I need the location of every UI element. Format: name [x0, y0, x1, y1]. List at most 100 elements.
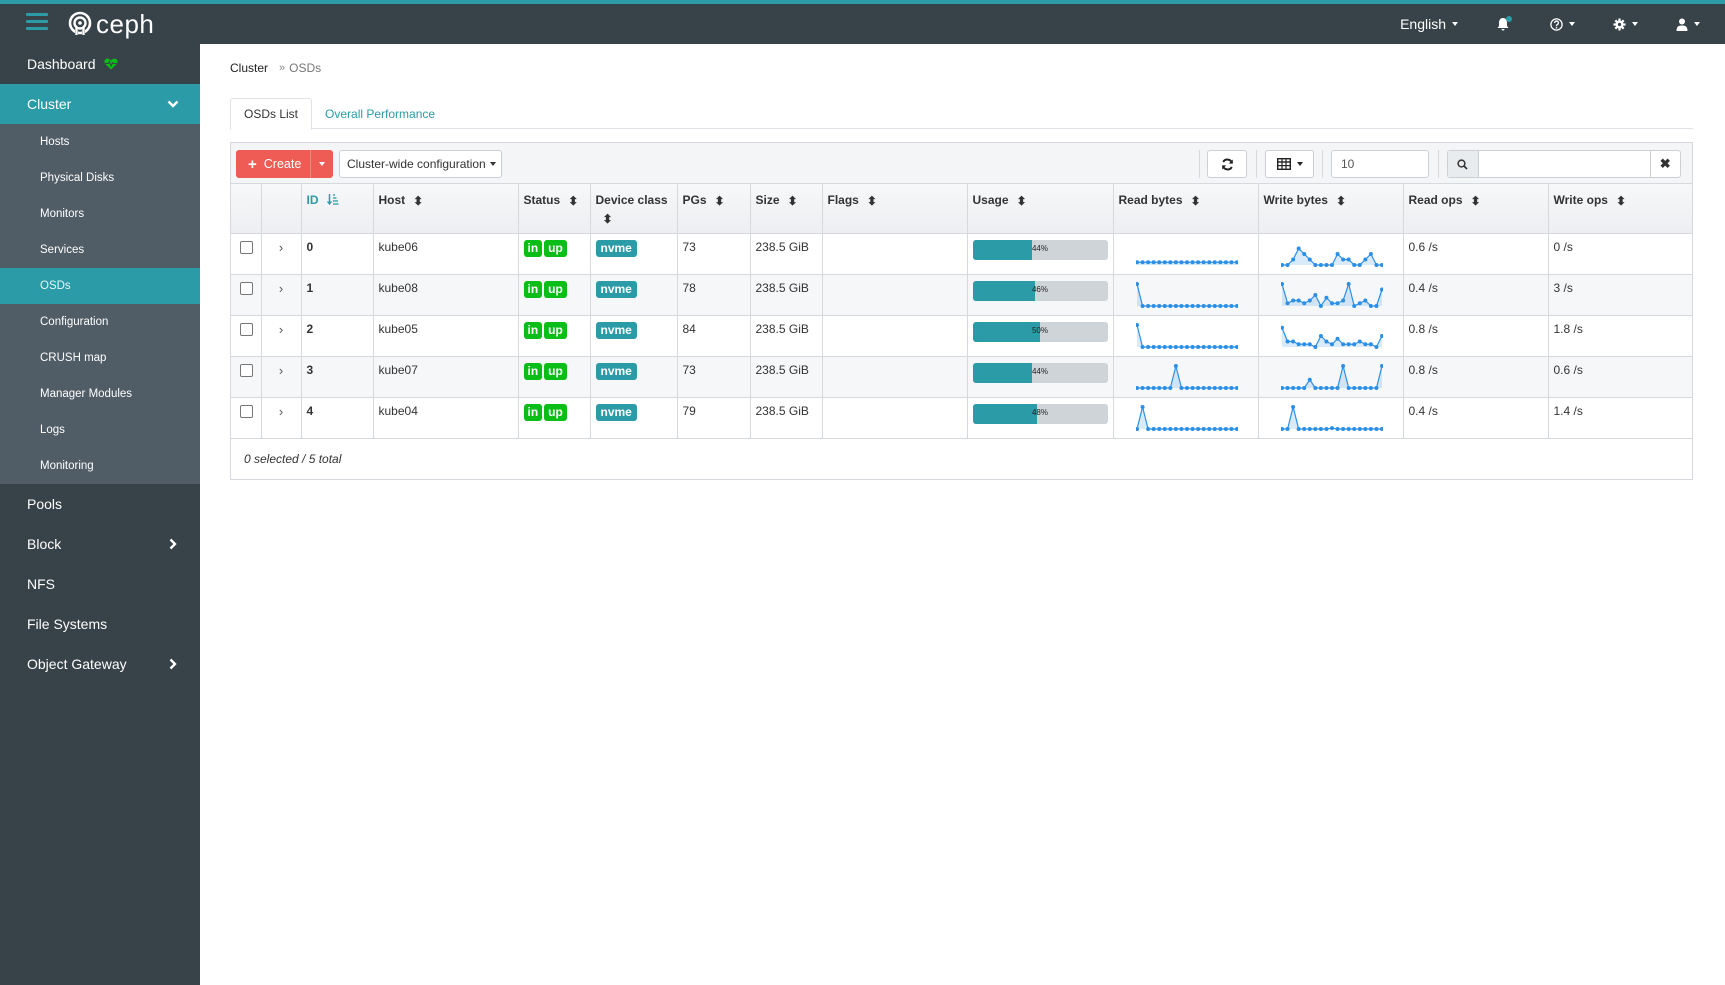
notifications-button[interactable] [1483, 4, 1523, 44]
osd-write-ops: 0.6 /s [1548, 356, 1692, 398]
column-header-pgs[interactable]: PGs ⬍ [677, 184, 751, 234]
sidebar-item-services[interactable]: Services [0, 232, 200, 268]
row-checkbox[interactable] [240, 322, 253, 336]
sparkline-point [1301, 341, 1306, 346]
column-header-host[interactable]: Host ⬍ [373, 184, 519, 234]
sidebar-item-monitors[interactable]: Monitors [0, 196, 200, 232]
table-row[interactable]: › 2 kube05 in up nvme 84 238.5 GiB 50% 0.… [231, 315, 1692, 357]
sparkline-point [1290, 298, 1295, 302]
sidebar-item-dashboard[interactable]: Dashboard [0, 44, 200, 84]
row-expand-toggle[interactable]: › [261, 397, 302, 439]
row-checkbox[interactable] [240, 404, 253, 418]
osd-pgs: 79 [677, 397, 751, 439]
osd-size: 238.5 GiB [750, 397, 823, 439]
column-header-write-ops[interactable]: Write ops ⬍ [1548, 184, 1692, 234]
tab-osds-list[interactable]: OSDs List [230, 98, 313, 130]
sparkline-point [1234, 385, 1238, 390]
row-expand-toggle[interactable]: › [261, 233, 302, 275]
sparkline-point [1145, 303, 1150, 308]
sparkline-point [1368, 251, 1373, 256]
tab-overall-performance[interactable]: Overall Performance [312, 98, 448, 129]
sparkline-point [1323, 426, 1328, 431]
usage-percent: 44% [1031, 243, 1048, 253]
sidebar-item-object-gateway[interactable]: Object Gateway [0, 644, 200, 684]
table-columns-icon [1276, 158, 1291, 170]
sidebar-item-block[interactable]: Block [0, 524, 200, 564]
clear-search-button[interactable]: ✖ [1649, 151, 1681, 177]
sidebar-item-file-systems[interactable]: File Systems [0, 604, 200, 644]
table-row[interactable]: › 4 kube04 in up nvme 79 238.5 GiB 48% 0.… [231, 397, 1692, 439]
sparkline-point [1340, 298, 1345, 302]
sidebar-item-crush-map[interactable]: CRUSH map [0, 340, 200, 376]
sparkline-point [1173, 303, 1178, 308]
sparkline-point [1368, 385, 1373, 390]
sparkline-point [1290, 257, 1295, 261]
osd-status: in up [518, 356, 591, 398]
sidebar-item-pools[interactable]: Pools [0, 484, 200, 524]
top-navbar: ceph English [0, 0, 1725, 44]
search-input[interactable] [1478, 151, 1650, 177]
settings-dropdown[interactable] [1600, 4, 1651, 44]
sparkline-point [1301, 426, 1306, 431]
cluster-wide-configuration-dropdown[interactable]: Cluster-wide configuration [339, 150, 502, 178]
sparkline-point [1206, 259, 1211, 264]
sidebar-item-osds[interactable]: OSDs [0, 268, 200, 304]
column-header-read-ops[interactable]: Read ops ⬍ [1403, 184, 1549, 234]
table-row[interactable]: › 0 kube06 in up nvme 73 238.5 GiB 44% 0.… [231, 233, 1692, 275]
breadcrumb-cluster[interactable]: Cluster [230, 61, 268, 75]
ceph-logo[interactable]: ceph [67, 10, 154, 38]
column-label: Write bytes [1263, 193, 1328, 207]
sidebar-item-manager-modules[interactable]: Manager Modules [0, 376, 200, 412]
sidebar-item-configuration[interactable]: Configuration [0, 304, 200, 340]
user-dropdown[interactable] [1663, 4, 1713, 44]
sparkline-point [1184, 303, 1189, 308]
sparkline-point [1362, 341, 1367, 346]
column-header-size[interactable]: Size ⬍ [750, 184, 823, 234]
sidebar-item-hosts[interactable]: Hosts [0, 124, 200, 160]
caret-down-icon [1694, 22, 1700, 26]
sparkline-point [1373, 262, 1378, 267]
sidebar-item-logs[interactable]: Logs [0, 412, 200, 448]
row-expand-toggle[interactable]: › [261, 356, 302, 398]
table-row[interactable]: › 3 kube07 in up nvme 73 238.5 GiB 44% 0.… [231, 356, 1692, 398]
sidebar-item-monitoring[interactable]: Monitoring [0, 448, 200, 484]
sparkline-point [1162, 385, 1167, 390]
column-header-read-bytes[interactable]: Read bytes ⬍ [1113, 184, 1259, 234]
osd-usage: 48% [967, 397, 1114, 439]
row-checkbox[interactable] [240, 363, 253, 377]
create-button[interactable]: + Create [236, 150, 333, 178]
sparkline-point [1228, 259, 1233, 264]
osd-write-ops: 1.4 /s [1548, 397, 1692, 439]
sort-icon: ⬍ [1016, 193, 1027, 208]
column-header-usage[interactable]: Usage ⬍ [967, 184, 1114, 234]
refresh-button[interactable] [1207, 150, 1247, 178]
read-bytes-sparkline [1135, 363, 1238, 390]
page-size-input[interactable] [1331, 150, 1429, 178]
column-selector-dropdown[interactable] [1265, 150, 1314, 178]
column-header-status[interactable]: Status ⬍ [518, 184, 591, 234]
column-header-write-bytes[interactable]: Write bytes ⬍ [1258, 184, 1404, 234]
row-checkbox[interactable] [240, 281, 253, 295]
row-checkbox[interactable] [240, 240, 253, 254]
menu-toggle-icon[interactable] [26, 13, 48, 31]
sparkline-point [1379, 333, 1383, 338]
sparkline-point [1357, 300, 1362, 305]
row-expand-toggle[interactable]: › [261, 274, 302, 316]
sidebar-item-nfs[interactable]: NFS [0, 564, 200, 604]
column-header-device-class[interactable]: Device class ⬍ [590, 184, 678, 234]
sidebar-item-cluster[interactable]: Cluster [0, 84, 200, 124]
language-dropdown[interactable]: English [1387, 4, 1471, 44]
sparkline-point [1156, 303, 1161, 308]
sidebar-item-physical-disks[interactable]: Physical Disks [0, 160, 200, 196]
osd-id: 0 [301, 233, 374, 275]
table-row[interactable]: › 1 kube08 in up nvme 78 238.5 GiB 46% 0.… [231, 274, 1692, 316]
cluster-submenu: Hosts Physical Disks Monitors Services O… [0, 124, 200, 484]
column-label: Size [755, 193, 780, 207]
osd-status: in up [518, 274, 591, 316]
column-header-id[interactable]: ID [301, 184, 374, 234]
chevron-right-icon: › [278, 321, 284, 337]
column-header-flags[interactable]: Flags ⬍ [822, 184, 968, 234]
row-expand-toggle[interactable]: › [261, 315, 302, 357]
create-dropdown-toggle[interactable] [310, 150, 333, 178]
help-dropdown[interactable] [1537, 4, 1588, 44]
